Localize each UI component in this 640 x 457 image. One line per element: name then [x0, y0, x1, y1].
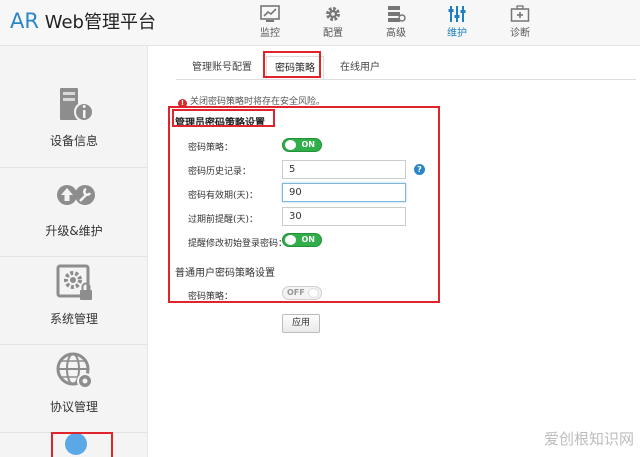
monitor-chart-icon: [260, 5, 280, 22]
sidebar-item-system[interactable]: 系统管理: [0, 262, 148, 350]
toggle-state: OFF: [287, 288, 305, 297]
initial-pwd-toggle[interactable]: ON: [282, 233, 322, 247]
toggle-knob: [308, 288, 319, 298]
sidebar-item-next[interactable]: [0, 434, 148, 457]
reminder-label: 过期前提醒(天)：: [188, 215, 259, 225]
upgrade-maintain-icon: [57, 185, 95, 205]
nav-diagnose-label: 诊断: [510, 28, 530, 39]
warning-icon: !: [178, 99, 187, 108]
nav-maintain-label: 维护: [447, 28, 467, 39]
user-policy-toggle[interactable]: OFF: [282, 286, 322, 300]
history-label: 密码历史记录：: [188, 167, 252, 177]
bulb-icon: [65, 434, 87, 455]
reminder-input[interactable]: 30: [282, 207, 406, 226]
warning-text: ! 关闭密码策略时将存在安全风险。: [178, 94, 325, 108]
nav-advanced-label: 高级: [386, 28, 406, 39]
warning-message: 关闭密码策略时将存在安全风险。: [190, 97, 326, 107]
help-icon[interactable]: ?: [414, 164, 425, 175]
toggle-state: ON: [301, 235, 316, 244]
system-manage-icon: [56, 264, 92, 300]
sidebar-divider: [0, 344, 148, 345]
sidebar-item-label: 升级&维护: [45, 224, 103, 238]
sidebar-item-device-info[interactable]: 设备信息: [0, 84, 148, 172]
admin-policy-label: 密码策略：: [188, 143, 234, 153]
main-content: 管理账号配置 密码策略 在线用户 ! 关闭密码策略时将存在安全风险。 管理员密码策…: [148, 46, 640, 457]
toggle-state: ON: [301, 140, 316, 149]
admin-section-title: 管理员密码策略设置: [175, 118, 265, 129]
nav-diagnose[interactable]: 诊断: [495, 3, 545, 45]
user-policy-label: 密码策略：: [188, 292, 234, 302]
nav-config[interactable]: 配置: [308, 3, 358, 45]
validity-input[interactable]: 90: [282, 183, 406, 202]
user-section-title: 普通用户密码策略设置: [175, 268, 275, 279]
top-header: AR Web管理平台 监控 配置 高级 维护 诊断: [0, 0, 640, 46]
tab-admin-account[interactable]: 管理账号配置: [184, 56, 260, 80]
sidebar-divider: [0, 167, 148, 168]
sliders-icon: [448, 6, 466, 22]
watermark-text: 爱创根知识网: [543, 430, 634, 448]
history-input[interactable]: 5: [282, 160, 406, 179]
tab-password-policy[interactable]: 密码策略: [266, 56, 324, 80]
toggle-knob: [285, 140, 296, 150]
tab-underline: [176, 79, 636, 80]
advanced-server-icon: [388, 6, 406, 22]
sidebar: 设备信息 升级&维护 系统管理 协议管理: [0, 46, 148, 457]
gear-icon: [326, 7, 340, 21]
nav-monitor[interactable]: 监控: [245, 3, 295, 45]
toggle-knob: [285, 235, 296, 245]
top-nav: 监控 配置 高级 维护 诊断: [0, 3, 640, 45]
medical-kit-icon: [510, 5, 530, 22]
sidebar-divider: [0, 432, 148, 433]
sidebar-item-label: 协议管理: [49, 400, 98, 414]
sidebar-item-label: 设备信息: [49, 134, 98, 148]
sidebar-item-protocol[interactable]: 协议管理: [0, 350, 148, 438]
validity-label: 密码有效期(天)：: [188, 191, 259, 201]
apply-button[interactable]: 应用: [282, 314, 320, 333]
sidebar-item-upgrade[interactable]: 升级&维护: [0, 174, 148, 262]
admin-policy-toggle[interactable]: ON: [282, 138, 322, 152]
sidebar-item-label: 系统管理: [49, 312, 98, 326]
nav-monitor-label: 监控: [260, 28, 280, 39]
protocol-globe-icon: [56, 352, 93, 389]
nav-maintain[interactable]: 维护: [432, 3, 482, 45]
initial-pwd-label: 提醒修改初始登录密码：: [188, 239, 288, 249]
nav-advanced[interactable]: 高级: [371, 3, 421, 45]
nav-config-label: 配置: [323, 28, 343, 39]
sidebar-divider: [0, 256, 148, 257]
device-info-icon: [60, 88, 94, 122]
tab-online-users[interactable]: 在线用户: [330, 56, 390, 80]
